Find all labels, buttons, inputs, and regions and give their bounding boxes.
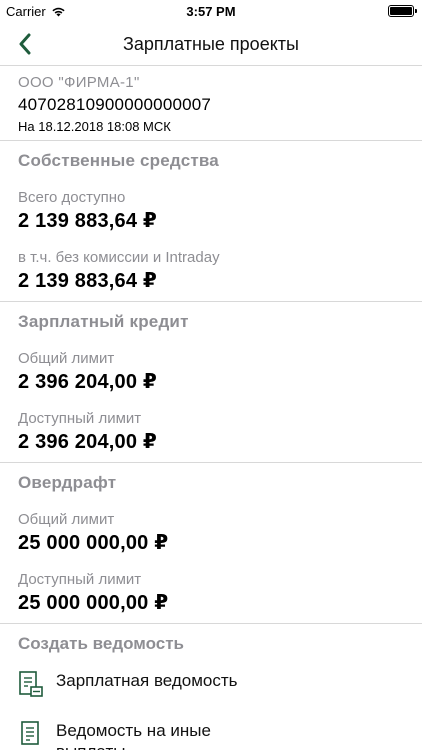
create-statement-section: Создать ведомость Зарплатная ведомость В… xyxy=(0,624,422,750)
section-title: Собственные средства xyxy=(18,151,219,170)
payroll-statement-button[interactable]: Зарплатная ведомость xyxy=(0,662,422,710)
limit-value: 25 000 000,00 ₽ xyxy=(18,592,169,614)
balance-value: 2 139 883,64 ₽ xyxy=(18,210,158,232)
balance-label: в т.ч. без комиссии и Intraday xyxy=(18,249,220,266)
balance-item: Всего доступно 2 139 883,64 ₽ xyxy=(0,177,422,237)
section-overdraft: Овердрафт Общий лимит 25 000 000,00 ₽ До… xyxy=(0,463,422,624)
payroll-statement-label: Зарплатная ведомость xyxy=(56,671,238,690)
limit-label: Доступный лимит xyxy=(18,410,142,427)
section-title: Зарплатный кредит xyxy=(18,312,189,331)
balance-date: На 18.12.2018 18:08 МСК xyxy=(18,119,171,134)
balance-label: Всего доступно xyxy=(18,189,126,206)
status-bar: Carrier 3:57 PM xyxy=(0,0,422,22)
limit-label: Общий лимит xyxy=(18,511,115,528)
create-statement-title: Создать ведомость xyxy=(18,634,185,653)
balance-item: в т.ч. без комиссии и Intraday 2 139 883… xyxy=(0,237,422,301)
section-salary-credit: Зарплатный кредит Общий лимит 2 396 204,… xyxy=(0,302,422,463)
battery-icon xyxy=(388,5,417,17)
document-icon xyxy=(21,721,39,745)
limit-label: Доступный лимит xyxy=(18,571,142,588)
status-time: 3:57 PM xyxy=(186,4,236,19)
limit-label: Общий лимит xyxy=(18,350,115,367)
section-own-funds: Собственные средства Всего доступно 2 13… xyxy=(0,141,422,302)
section-title: Овердрафт xyxy=(18,473,117,492)
account-info: ООО "ФИРМА-1" 40702810900000000007 На 18… xyxy=(0,66,422,141)
limit-value: 2 396 204,00 ₽ xyxy=(18,431,158,453)
limit-item: Доступный лимит 25 000 000,00 ₽ xyxy=(0,559,422,623)
company-name: ООО "ФИРМА-1" xyxy=(18,74,140,91)
navigation-bar: Зарплатные проекты xyxy=(0,22,422,66)
other-payments-statement-button[interactable]: Ведомость на иные выплаты xyxy=(0,710,422,750)
limit-value: 2 396 204,00 ₽ xyxy=(18,371,158,393)
balance-value: 2 139 883,64 ₽ xyxy=(18,270,158,292)
limit-item: Общий лимит 2 396 204,00 ₽ xyxy=(0,338,422,398)
limit-item: Общий лимит 25 000 000,00 ₽ xyxy=(0,499,422,559)
payroll-doc-icon xyxy=(19,671,43,697)
limit-item: Доступный лимит 2 396 204,00 ₽ xyxy=(0,398,422,462)
other-payments-statement-label: Ведомость на иные выплаты xyxy=(56,721,211,750)
limit-value: 25 000 000,00 ₽ xyxy=(18,532,169,554)
account-number: 40702810900000000007 xyxy=(18,95,212,114)
page-title: Зарплатные проекты xyxy=(123,34,299,54)
